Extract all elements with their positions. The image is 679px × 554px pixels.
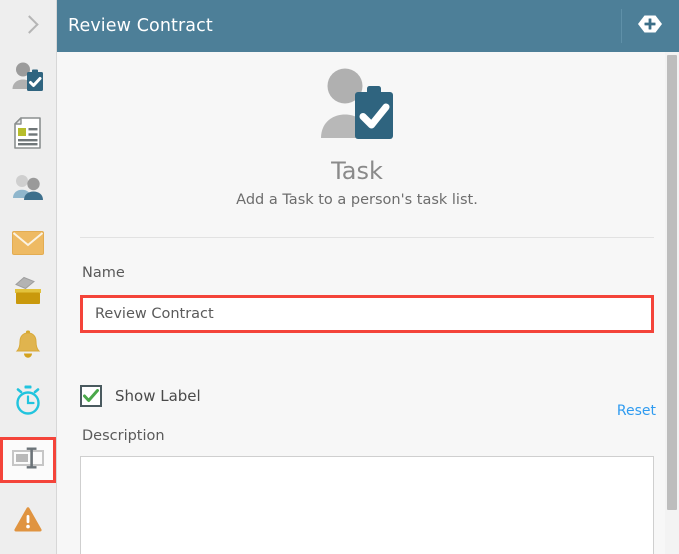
page-header: Review Contract — [57, 0, 679, 52]
sidebar-item-mail[interactable] — [0, 222, 56, 268]
task-subtitle: Add a Task to a person's task list. — [236, 192, 478, 208]
sidebar-item-field[interactable] — [0, 437, 56, 483]
chevron-right-icon — [22, 15, 35, 37]
sidebar-item-task[interactable] — [0, 56, 56, 102]
add-icon — [630, 12, 670, 40]
sidebar-item-form[interactable] — [0, 112, 56, 158]
page-title: Review Contract — [68, 16, 213, 36]
main-content: Task Add a Task to a person's task list.… — [57, 52, 679, 554]
vertical-scrollbar-track[interactable] — [665, 52, 679, 554]
task-hero-icon-wrap — [57, 66, 657, 150]
envelope-icon — [12, 231, 44, 259]
check-icon — [83, 389, 99, 402]
show-label-checkbox-row[interactable]: Show Label — [80, 385, 201, 407]
sidebar-item-warning[interactable] — [0, 498, 56, 544]
sidebar-item-timer[interactable] — [0, 379, 56, 425]
warning-triangle-icon — [13, 505, 43, 537]
description-textarea[interactable] — [80, 456, 654, 554]
name-input[interactable] — [83, 298, 651, 330]
inbox-tray-icon — [12, 276, 44, 310]
sidebar-item-inbox[interactable] — [0, 270, 56, 316]
description-field-label: Description — [82, 428, 165, 444]
text-input-field-icon — [12, 446, 44, 474]
name-field-label: Name — [82, 265, 125, 281]
document-form-icon — [14, 117, 42, 153]
bell-icon — [14, 330, 42, 364]
header-divider — [621, 9, 622, 43]
app-window: Review Contract Task Add a Task to a per… — [0, 0, 679, 554]
section-divider — [80, 237, 654, 238]
sidebar-toggle-button[interactable] — [0, 0, 56, 52]
sidebar-item-people[interactable] — [0, 166, 56, 212]
left-sidebar — [0, 0, 57, 554]
name-input-highlight — [80, 295, 654, 333]
task-title: Task — [331, 157, 383, 185]
two-people-icon — [11, 173, 45, 205]
stopwatch-icon — [13, 385, 43, 419]
show-label-text: Show Label — [115, 387, 201, 405]
vertical-scrollbar-thumb[interactable] — [667, 55, 677, 510]
add-button[interactable] — [630, 13, 670, 38]
sidebar-item-notification[interactable] — [0, 324, 56, 370]
reset-link[interactable]: Reset — [617, 403, 656, 419]
person-clipboard-check-icon — [318, 66, 396, 150]
person-clipboard-check-icon — [11, 61, 45, 97]
show-label-checkbox[interactable] — [80, 385, 102, 407]
